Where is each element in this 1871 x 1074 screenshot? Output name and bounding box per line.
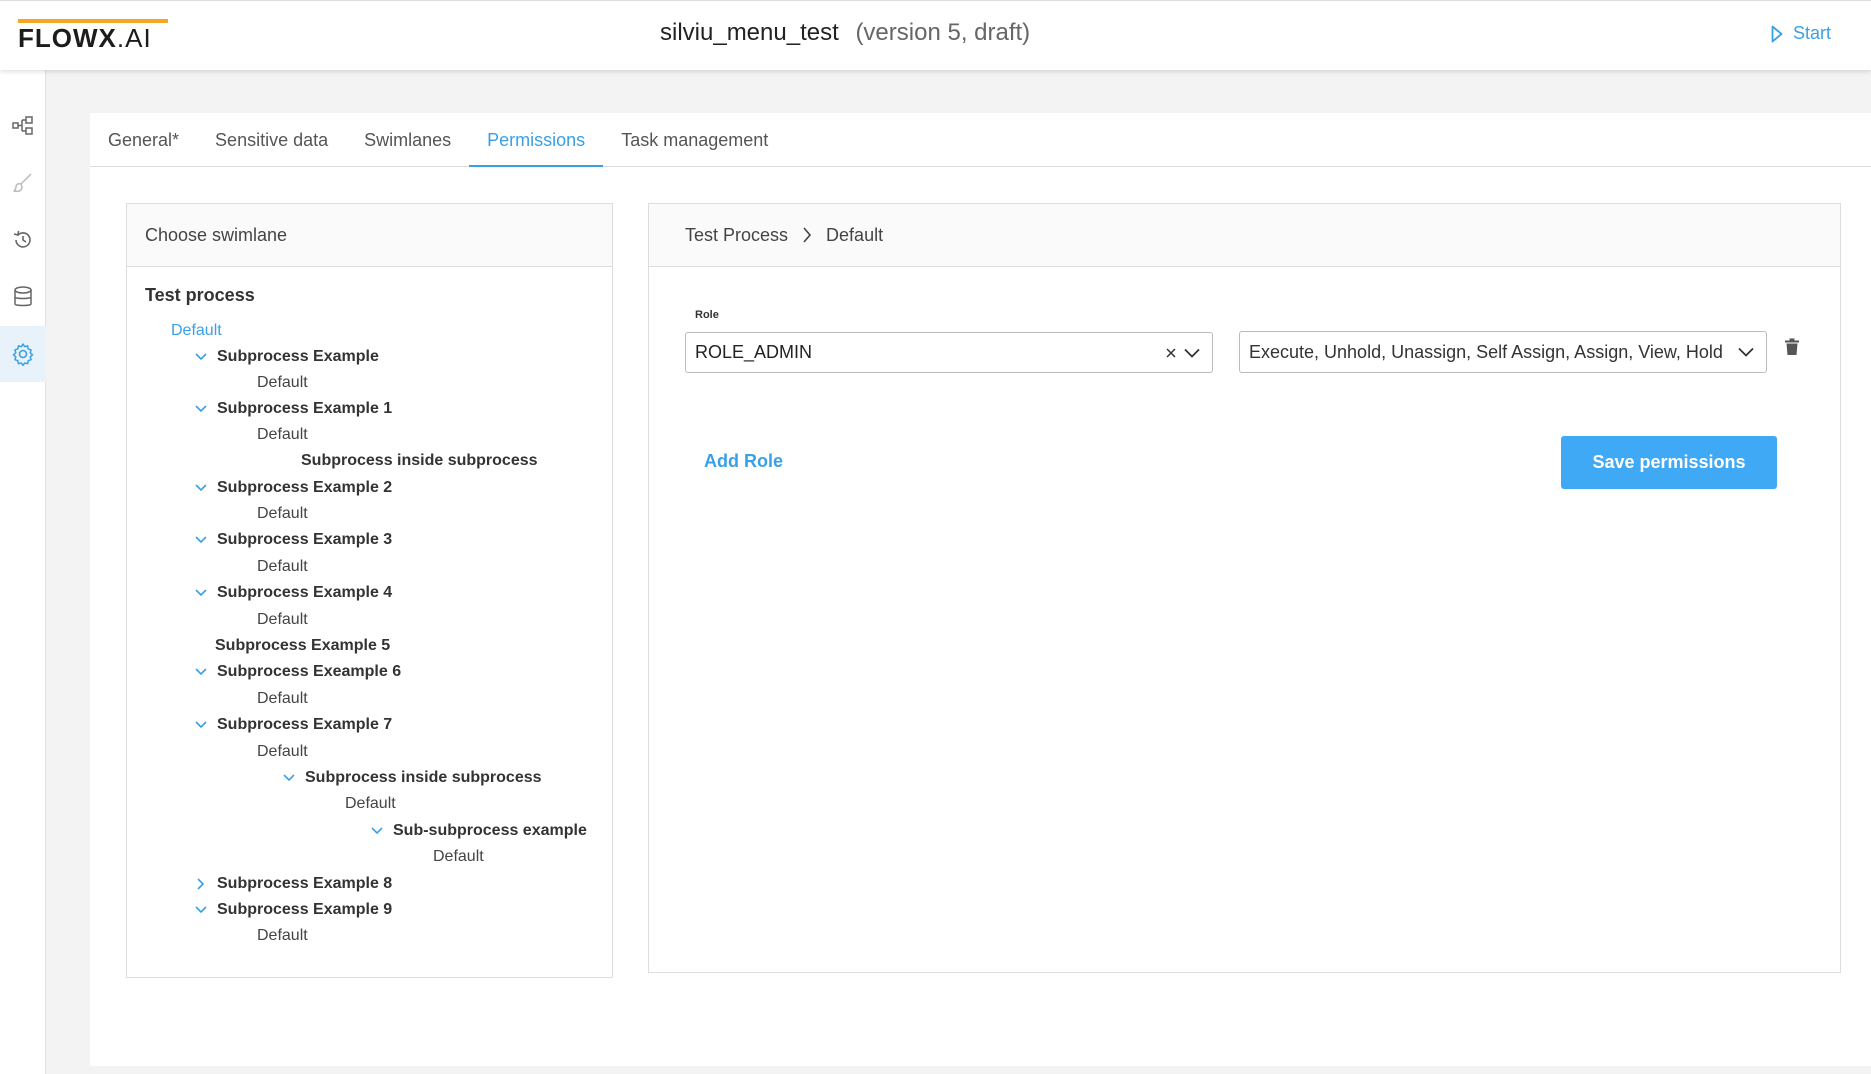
save-permissions-button[interactable]: Save permissions [1561,436,1777,489]
tree-node-default[interactable]: Default [257,371,308,395]
tree-node-label: Subprocess Example 3 [217,531,393,548]
tree-node-default[interactable]: Default [257,502,308,526]
rail-item-history[interactable] [0,212,46,268]
trash-icon [1785,338,1799,355]
chevron-down-icon[interactable] [191,353,211,361]
tree-node-label: Subprocess Example 4 [217,584,393,601]
logo-suffix-text: .AI [116,23,152,53]
chevron-down-icon[interactable] [1738,347,1754,357]
role-field-label: Role [695,309,719,321]
chevron-down-icon[interactable] [1184,348,1200,358]
tree-root[interactable]: Test process [145,283,255,307]
add-role-link[interactable]: Add Role [704,451,783,472]
tree-node-label: Subprocess Example 8 [217,875,393,892]
start-button[interactable]: Start [1771,23,1831,44]
process-name: silviu_menu_test [660,19,839,46]
start-label: Start [1792,23,1831,43]
chevron-down-icon[interactable] [191,721,211,729]
tree-node-default[interactable]: Default [257,555,308,579]
tab-swimlanes[interactable]: Swimlanes [346,113,469,167]
chevron-down-icon[interactable] [191,484,211,492]
permissions-panel: Test Process Default Role ROLE_ADMIN Exe… [648,203,1841,973]
database-icon [14,286,32,307]
role-select-value: ROLE_ADMIN [695,342,813,362]
chevron-down-icon[interactable] [191,906,211,914]
tab-general[interactable]: General* [90,113,197,167]
rail-item-settings[interactable] [0,326,46,382]
process-diagram-icon [12,116,33,135]
settings-main-card: General* Sensitive data Swimlanes Permis… [90,113,1871,1066]
tree-node-label: Subprocess Example [217,348,379,365]
tree-node-default[interactable]: Default [257,423,308,447]
app-header: FLOWX.AI silviu_menu_test (version 5, dr… [0,0,1871,70]
chevron-down-icon[interactable] [191,536,211,544]
tree-node-subprocess[interactable]: Subprocess inside subprocess [301,449,538,473]
rail-item-data-model[interactable] [0,269,46,325]
tree-node-default[interactable]: Default [171,319,222,343]
logo-main-text: FLOWX [18,23,117,53]
tab-sensitive-data[interactable]: Sensitive data [197,113,346,167]
chevron-down-icon[interactable] [191,589,211,597]
tree-node-subprocess[interactable]: Subprocess Example 7 [191,713,392,737]
chevron-down-icon[interactable] [279,774,299,782]
tree-node-default[interactable]: Default [257,608,308,632]
chevron-down-icon[interactable] [367,827,387,835]
tree-node-subprocess[interactable]: Subprocess Example 4 [191,581,392,605]
delete-role-button[interactable] [1784,338,1800,361]
tree-node-label: Subprocess Example 7 [217,716,393,733]
tab-task-management[interactable]: Task management [603,113,786,167]
breadcrumb: Test Process Default [649,204,1840,267]
role-select[interactable]: ROLE_ADMIN [685,332,1213,373]
tree-node-subprocess[interactable]: Subprocess Example 1 [191,397,392,421]
tree-node-subprocess[interactable]: Subprocess Example [191,345,379,369]
tree-node-default[interactable]: Default [257,687,308,711]
chevron-right-icon[interactable] [191,878,211,890]
tree-node-subprocess[interactable]: Subprocess Example 2 [191,476,392,500]
process-version: (version 5, draft) [855,19,1031,46]
left-navigation-rail [0,70,46,1074]
tree-node-default[interactable]: Default [345,792,396,816]
play-icon [1771,25,1783,42]
tree-node-default[interactable]: Default [257,924,308,948]
tree-node-default[interactable]: Default [257,740,308,764]
tree-node-subprocess[interactable]: Subprocess Example 3 [191,528,392,552]
tree-node-subprocess[interactable]: Sub-subprocess example [367,819,587,843]
swimlane-panel: Choose swimlane Test process Default Sub… [126,203,613,978]
tree-node-subprocess[interactable]: Subprocess Example 5 [215,634,390,658]
tree-node-subprocess[interactable]: Subprocess inside subprocess [279,766,542,790]
tree-node-label: Subprocess Example 9 [217,901,393,918]
permissions-select-value: Execute, Unhold, Unassign, Self Assign, … [1249,341,1723,362]
tree-node-subprocess[interactable]: Subprocess Example 9 [191,898,392,922]
tab-permissions[interactable]: Permissions [469,113,604,167]
chevron-right-icon [803,227,812,243]
permissions-multiselect[interactable]: Execute, Unhold, Unassign, Self Assign, … [1239,331,1767,373]
settings-tabs: General* Sensitive data Swimlanes Permis… [90,113,1871,167]
breadcrumb-process[interactable]: Test Process [685,225,788,246]
tree-node-default[interactable]: Default [433,845,484,869]
tree-node-label: Subprocess Example 2 [217,479,393,496]
tree-node-label: Subprocess Example 1 [217,400,393,417]
brush-icon [13,173,32,193]
chevron-down-icon[interactable] [191,405,211,413]
tree-node-subprocess[interactable]: Subprocess Exeample 6 [191,660,401,684]
swimlane-panel-header: Choose swimlane [127,204,612,267]
tree-node-label: Sub-subprocess example [393,822,587,839]
tree-node-subprocess[interactable]: Subprocess Example 8 [191,872,392,896]
tree-node-label: Subprocess inside subprocess [305,769,542,786]
clear-icon[interactable] [1166,347,1176,358]
settings-gear-icon [12,343,34,366]
process-title: silviu_menu_test (version 5, draft) [660,19,1030,47]
tree-node-label: Subprocess Exeample 6 [217,663,402,680]
history-icon [13,230,31,248]
breadcrumb-swimlane: Default [826,224,884,245]
chevron-down-icon[interactable] [191,668,211,676]
rail-item-theme[interactable] [0,155,46,211]
rail-item-process-diagram[interactable] [0,98,46,154]
